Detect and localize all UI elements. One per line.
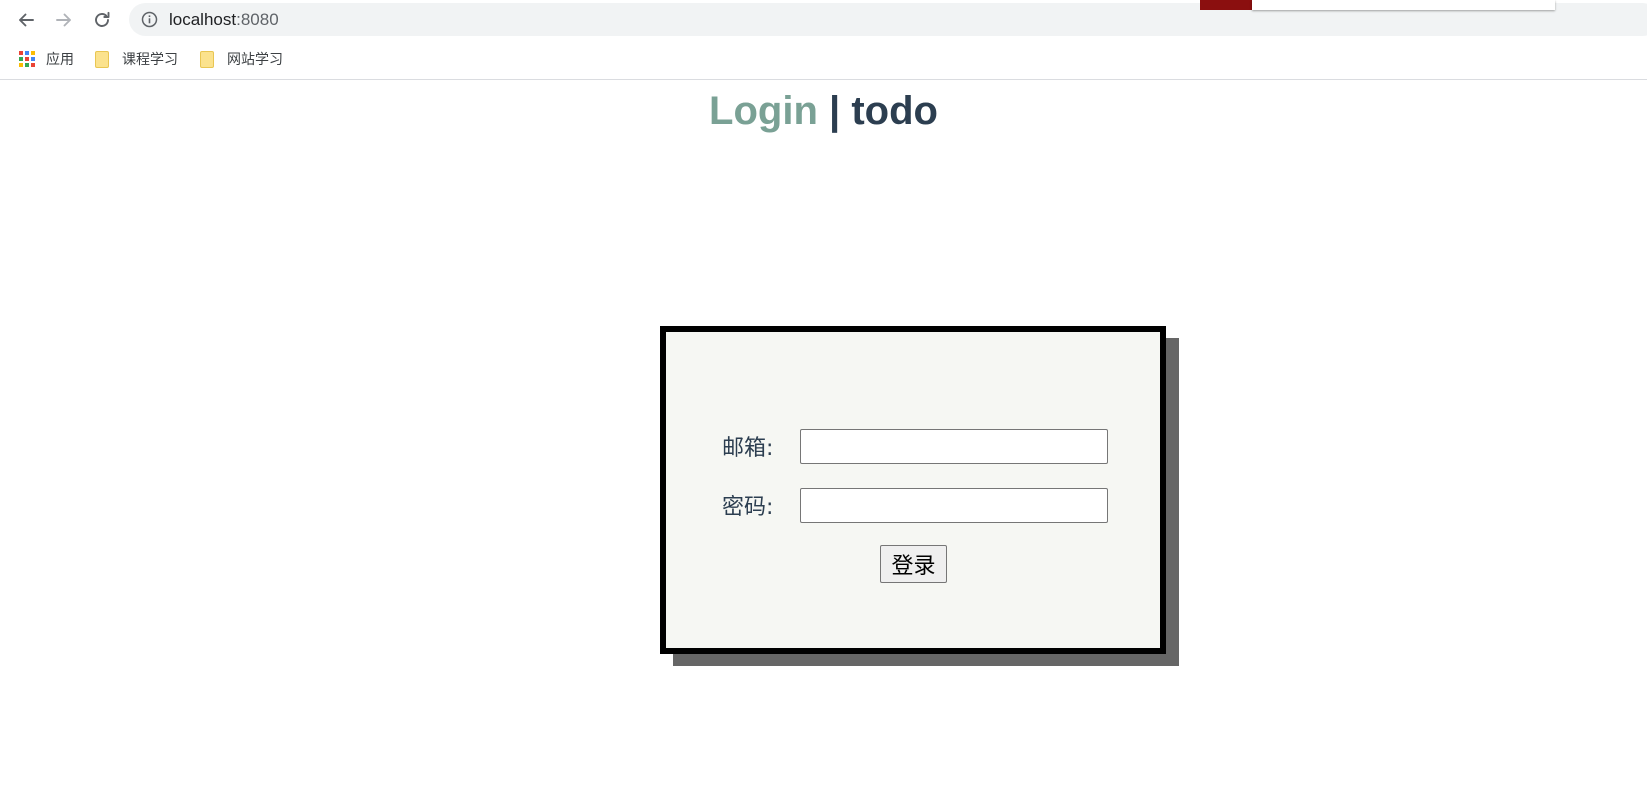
nav-todo-link[interactable]: todo — [851, 89, 938, 133]
folder-icon — [95, 51, 111, 68]
login-form: 邮箱: 密码: 登录 — [660, 326, 1166, 654]
app-header: Login | todo — [0, 88, 1647, 134]
reload-button[interactable] — [88, 6, 116, 34]
nav-separator: | — [829, 89, 841, 133]
bookmark-apps[interactable]: 应用 — [19, 48, 74, 70]
login-button[interactable]: 登录 — [880, 545, 947, 583]
site-info-icon[interactable] — [141, 11, 158, 28]
password-row: 密码: — [722, 487, 1108, 523]
back-button[interactable] — [12, 6, 40, 34]
browser-toolbar: localhost:8080 — [0, 0, 1647, 40]
bookmark-label: 网站学习 — [227, 52, 283, 68]
forward-button[interactable] — [50, 6, 78, 34]
folder-icon — [200, 51, 216, 68]
url-port: :8080 — [236, 10, 279, 29]
password-input[interactable] — [800, 487, 1108, 523]
bookmark-label: 应用 — [46, 52, 74, 68]
bookmark-folder-website[interactable]: 网站学习 — [200, 48, 283, 70]
popup-thumbnail — [1200, 0, 1252, 10]
email-row: 邮箱: — [722, 428, 1108, 464]
email-input[interactable] — [800, 428, 1108, 464]
bookmark-label: 课程学习 — [122, 52, 178, 68]
bookmarks-bar: 应用 课程学习 网站学习 — [0, 40, 1647, 80]
url-text: localhost:8080 — [169, 10, 279, 30]
apps-grid-icon — [19, 51, 35, 67]
back-arrow-icon — [19, 13, 34, 27]
bookmark-folder-course[interactable]: 课程学习 — [95, 48, 178, 70]
forward-arrow-icon — [56, 13, 71, 27]
email-label: 邮箱: — [722, 436, 774, 461]
url-host: localhost — [169, 10, 237, 29]
password-label: 密码: — [722, 495, 774, 520]
nav-login-link[interactable]: Login — [709, 89, 818, 133]
reload-icon — [95, 11, 110, 27]
popup-card — [1252, 0, 1555, 10]
